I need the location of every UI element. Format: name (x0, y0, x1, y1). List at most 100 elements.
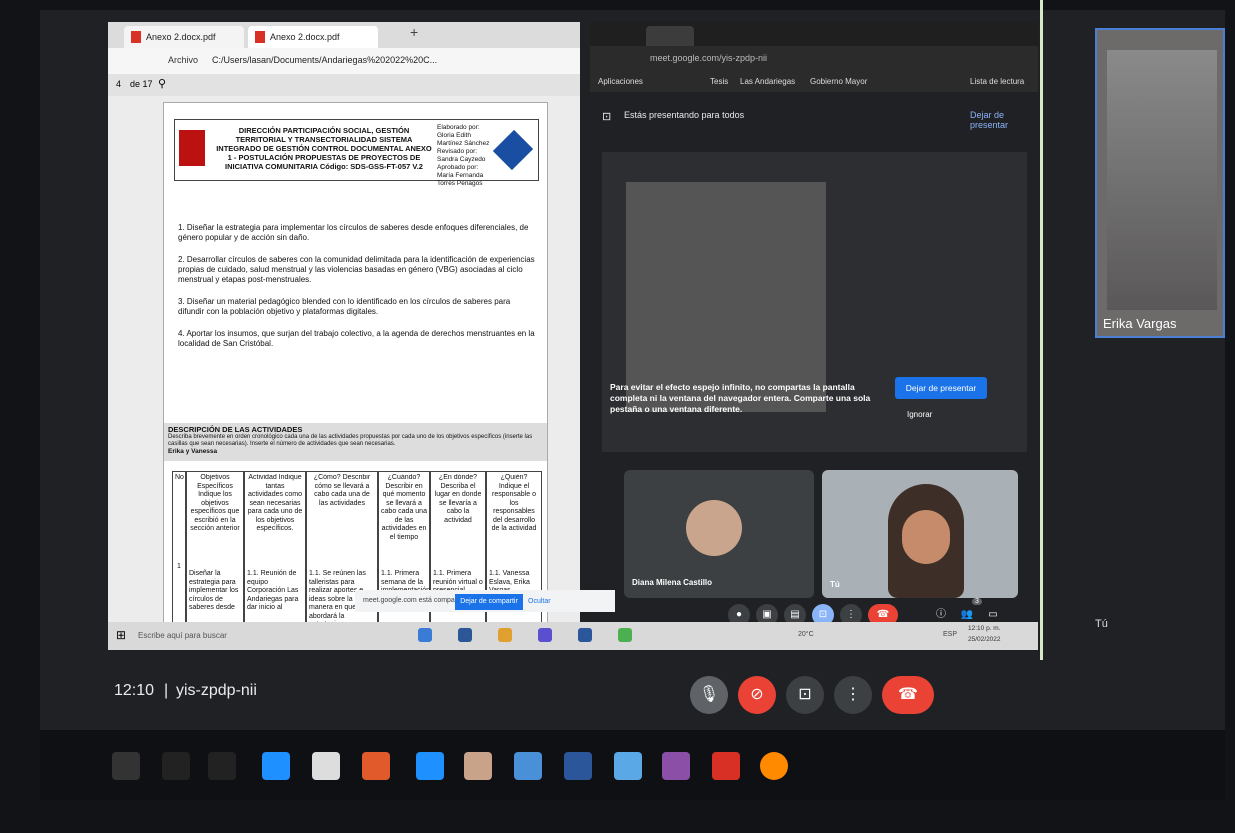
stop-sharing-button[interactable]: Dejar de compartir (455, 594, 523, 610)
word-icon[interactable] (564, 752, 592, 780)
task-view-icon[interactable] (208, 752, 236, 780)
captions-icon[interactable]: ▤ (784, 604, 806, 622)
weather: 20°C (798, 631, 814, 638)
present-icon: ⊡ (602, 111, 612, 123)
presenting-bar: ⊡ Estás presentando para todos Dejar de … (590, 106, 1038, 130)
more-icon[interactable]: ⋮ (834, 676, 872, 714)
present-icon[interactable]: ⊡ (812, 604, 834, 622)
table-cell: 1 (177, 562, 181, 570)
present-icon[interactable]: ⊡ (786, 676, 824, 714)
pdf-icon[interactable] (712, 752, 740, 780)
bogota-logo (179, 130, 205, 166)
mic-icon[interactable]: ● (728, 604, 750, 622)
chrome-icon[interactable] (418, 628, 432, 642)
table-header: Actividad Indique tantas actividades com… (247, 474, 303, 532)
table-header: No (175, 474, 184, 481)
table-col: Actividad Indique tantas actividades com… (244, 471, 306, 634)
bookmark[interactable]: Gobierno Mayor (810, 77, 867, 86)
document-header: DIRECCIÓN PARTICIPACIÓN SOCIAL, GESTIÓN … (174, 119, 539, 187)
windows-taskbar (40, 730, 1225, 800)
stop-presenting-button[interactable]: Dejar de presentar (895, 377, 987, 399)
taskbar-search[interactable]: Escribe aquí para buscar (138, 627, 288, 645)
person-face (902, 510, 950, 564)
firefox-icon[interactable] (760, 752, 788, 780)
bookmark[interactable]: Lista de lectura (970, 77, 1024, 86)
participant-tile[interactable]: Diana Milena Castillo (624, 470, 814, 598)
edge-icon[interactable] (262, 752, 290, 780)
hide-button[interactable]: Ocultar (528, 598, 551, 605)
table-header: ¿Quién? Indique el responsable o los res… (491, 474, 537, 532)
clock-date: 25/02/2022 (968, 636, 1001, 643)
new-tab-icon[interactable]: + (410, 24, 418, 40)
mirror-warning: Para evitar el efecto espejo infinito, n… (610, 382, 871, 414)
windows-icon[interactable]: ⊞ (116, 628, 126, 642)
chrome-tab-bar (590, 22, 1038, 46)
info-icon[interactable]: ⓘ (930, 604, 952, 622)
browser-tab-active[interactable]: Anexo 2.docx.pdf (248, 26, 378, 48)
address-prefix: Archivo (168, 55, 199, 65)
app-icon[interactable] (614, 752, 642, 780)
section-names: Erika y Vanessa (168, 448, 218, 455)
browser-tab[interactable]: Anexo 2.docx.pdf (124, 26, 244, 48)
pdf-icon (255, 31, 265, 43)
participant-tile[interactable]: Erika Vargas (1095, 28, 1225, 338)
explorer-icon[interactable] (514, 752, 542, 780)
ignore-button[interactable]: Ignorar (907, 410, 932, 419)
participant-name: Tú (830, 580, 840, 589)
start-icon[interactable] (112, 752, 140, 780)
more-icon[interactable]: ⋮ (840, 604, 862, 622)
bookmark[interactable]: Las Andariegas (740, 77, 795, 86)
meeting-code: yis-zpdp-nii (176, 682, 257, 699)
objectives-list: 1. Diseñar la estrategia para implementa… (178, 223, 538, 361)
chrome-address-bar[interactable]: meet.google.com/yis-zpdp-nii (590, 46, 1038, 72)
camera-icon[interactable]: ▣ (756, 604, 778, 622)
pdf-icon (131, 31, 141, 43)
chat-icon[interactable]: ▭ (982, 604, 1004, 622)
activities-section: DESCRIPCIÓN DE LAS ACTIVIDADES Describa … (164, 423, 547, 461)
app-icon[interactable] (538, 628, 552, 642)
search-icon[interactable] (162, 752, 190, 780)
app-icon[interactable] (362, 752, 390, 780)
inner-taskbar: ⊞ Escribe aquí para buscar 20°C ESP 12:1… (108, 622, 1038, 650)
address-bar[interactable]: Archivo C:/Users/lasan/Documents/Andarie… (108, 48, 580, 74)
browser-tab-bar: Anexo 2.docx.pdf Anexo 2.docx.pdf + (108, 22, 580, 48)
pdf-page: DIRECCIÓN PARTICIPACIÓN SOCIAL, GESTIÓN … (163, 102, 548, 634)
hangup-icon[interactable]: ☎ (868, 604, 898, 622)
word-icon[interactable] (578, 628, 592, 642)
chrome-url: meet.google.com/yis-zpdp-nii (650, 53, 768, 63)
outer-meet-bottom-bar: 12:10 | yis-zpdp-nii 🎙 ⊘ ⊡ ⋮ ☎ (40, 660, 1225, 730)
bookmark[interactable]: Tesis (710, 77, 728, 86)
objective-item: 4. Aportar los insumos, que surjan del t… (178, 329, 535, 348)
participants-badge: 3 (972, 598, 982, 605)
hangup-icon[interactable]: ☎ (882, 676, 934, 714)
clock-time: 12:10 p. m. (968, 625, 1001, 632)
chrome-window: meet.google.com/yis-zpdp-nii Aplicacione… (590, 22, 1038, 622)
page-number[interactable]: 4 (116, 79, 121, 89)
store-icon[interactable] (312, 752, 340, 780)
meeting-time: 12:10 (114, 682, 155, 699)
header-approvals: Elaborado por: Gloria Edith Martínez Sán… (437, 124, 490, 187)
table-col-no: No 1 (172, 471, 186, 634)
app-icon[interactable] (498, 628, 512, 642)
photoshop-icon[interactable] (458, 628, 472, 642)
bookmarks-bar: Aplicaciones Tesis Las Andariegas Gobier… (590, 72, 1038, 92)
bookmark[interactable]: Aplicaciones (598, 77, 643, 86)
active-tab[interactable] (646, 26, 694, 46)
stop-presenting-link[interactable]: Dejar de presentar (970, 110, 1038, 130)
ie-icon[interactable] (416, 752, 444, 780)
separator: | (164, 682, 169, 699)
search-icon[interactable]: ⚲ (158, 77, 166, 90)
people-icon[interactable]: 👥 (956, 604, 978, 622)
table-header: ¿En dónde? Describa el lugar en donde se… (434, 474, 482, 524)
camera-off-icon[interactable]: ⊘ (738, 676, 776, 714)
section-title: DESCRIPCIÓN DE LAS ACTIVIDADES (168, 425, 303, 434)
app-icon[interactable] (618, 628, 632, 642)
winrar-icon[interactable] (662, 752, 690, 780)
diamond-logo (492, 129, 534, 171)
objective-item: 1. Diseñar la estrategia para implementa… (178, 223, 529, 242)
address-text: C:/Users/lasan/Documents/Andariegas%2020… (212, 55, 438, 65)
self-video-tile[interactable]: Tú (822, 470, 1018, 598)
acrobat-icon[interactable] (464, 752, 492, 780)
mic-icon[interactable]: 🎙 (690, 676, 728, 714)
search-placeholder: Escribe aquí para buscar (138, 631, 227, 640)
